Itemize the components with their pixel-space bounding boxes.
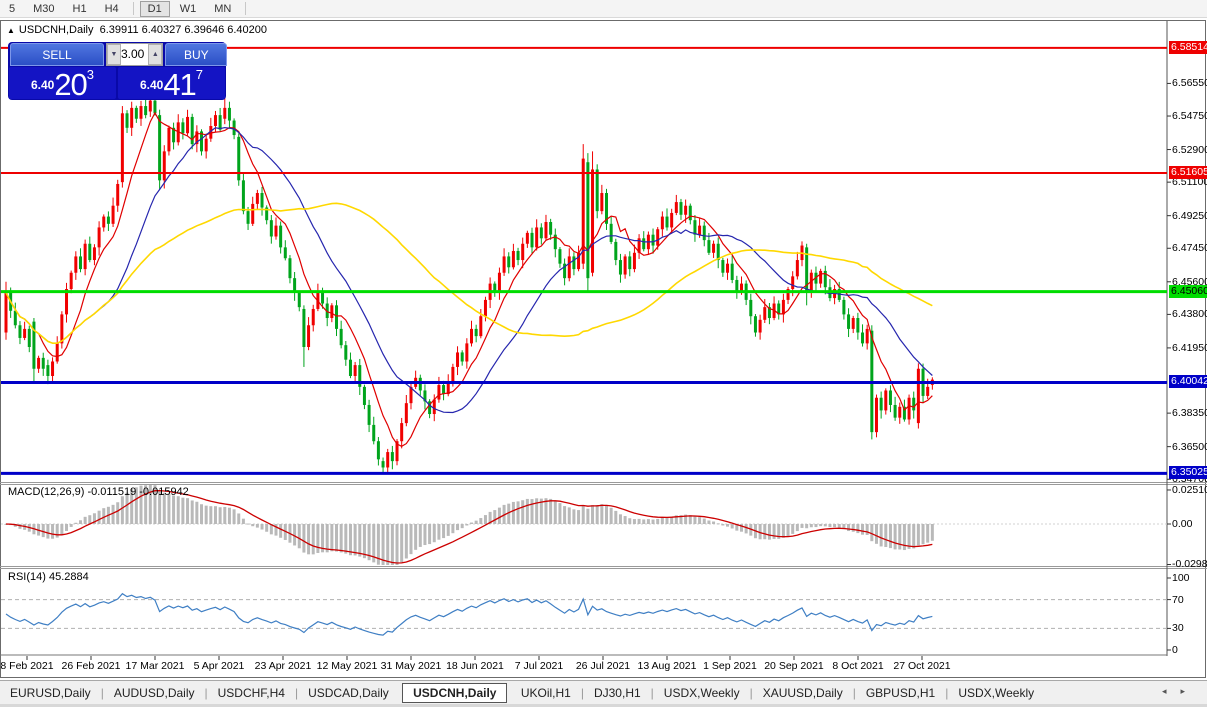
date-axis-label: 8 Feb 2021 xyxy=(0,660,59,672)
volume-stepper: ▼ 3.00 ▲ xyxy=(106,43,163,66)
date-axis-label: 5 Apr 2021 xyxy=(187,660,251,672)
tab-usdx-weekly[interactable]: USDX,Weekly xyxy=(654,684,750,702)
date-axis-label: 12 May 2021 xyxy=(315,660,379,672)
rsi-axis-label: 70 xyxy=(1172,594,1184,606)
date-axis-label: 17 Mar 2021 xyxy=(123,660,187,672)
price-axis-label: 6.38350 xyxy=(1172,407,1206,419)
sell-price-pip: 3 xyxy=(87,67,94,82)
price-badge-6.45060: 6.45060 xyxy=(1169,285,1207,298)
date-axis-label: 31 May 2021 xyxy=(379,660,443,672)
rsi-axis-label: 100 xyxy=(1172,572,1190,584)
date-axis-label: 20 Sep 2021 xyxy=(762,660,826,672)
tab-xauusd-daily[interactable]: XAUUSD,Daily xyxy=(753,684,853,702)
price-axis-label: 6.47450 xyxy=(1172,242,1206,254)
price-badge-6.35025: 6.35025 xyxy=(1169,466,1207,479)
sell-price-big: 20 xyxy=(54,67,86,102)
macd-axis-label: 0.025108 xyxy=(1172,484,1207,496)
sell-button[interactable]: SELL xyxy=(10,43,104,66)
symbol-title: USDCNH,Daily xyxy=(19,24,94,36)
price-axis-label: 6.54750 xyxy=(1172,110,1206,122)
price-axis-label: 6.41950 xyxy=(1172,342,1206,354)
macd-axis-label: 0.00 xyxy=(1172,518,1192,530)
date-axis-label: 7 Jul 2021 xyxy=(507,660,571,672)
price-badge-6.58514: 6.58514 xyxy=(1169,41,1207,54)
price-badge-6.51605: 6.51605 xyxy=(1169,166,1207,179)
price-axis-label: 6.52900 xyxy=(1172,144,1206,156)
pane-separator xyxy=(0,482,1207,483)
chart-title: ▲ USDCNH,Daily 6.39911 6.40327 6.39646 6.… xyxy=(7,24,267,36)
tab-scroll-arrows[interactable]: ◂▸ xyxy=(1162,686,1199,697)
rsi-layer xyxy=(1,594,1167,635)
mt4-window: 5M30H1H4D1W1MN ▲USDCNH,Daily 6.39911 6.4… xyxy=(0,0,1207,707)
buy-button[interactable]: BUY xyxy=(165,43,227,66)
price-badge-6.40042: 6.40042 xyxy=(1169,375,1207,388)
tab-audusd-daily[interactable]: AUDUSD,Daily xyxy=(104,684,205,702)
date-axis-label: 1 Sep 2021 xyxy=(698,660,762,672)
date-axis-label: 23 Apr 2021 xyxy=(251,660,315,672)
price-axis-label: 6.43800 xyxy=(1172,308,1206,320)
buy-price-display[interactable]: 6.40417 xyxy=(118,67,225,99)
tab-usdx-weekly[interactable]: USDX,Weekly xyxy=(948,684,1044,702)
ohlc-values: 6.39911 6.40327 6.39646 6.40200 xyxy=(100,24,267,36)
date-axis-label: 18 Jun 2021 xyxy=(443,660,507,672)
candles-layer xyxy=(5,84,934,472)
date-axis-label: 27 Oct 2021 xyxy=(890,660,954,672)
macd-axis-label: -0.029881 xyxy=(1172,558,1207,570)
date-axis-label: 8 Oct 2021 xyxy=(826,660,890,672)
one-click-trading-panel: SELL ▼ 3.00 ▲ BUY 6.40203 6.40417 xyxy=(8,42,226,100)
chart-tab-bar: EURUSD,Daily|AUDUSD,Daily|USDCHF,H4|USDC… xyxy=(0,680,1207,705)
tab-eurusd-daily[interactable]: EURUSD,Daily xyxy=(0,684,101,702)
buy-price-pip: 7 xyxy=(196,67,203,82)
ma-slow-line xyxy=(6,203,932,343)
buy-price-handle: 6.40 xyxy=(140,78,163,92)
sell-price-handle: 6.40 xyxy=(31,78,54,92)
rsi-axis-label: 30 xyxy=(1172,622,1184,634)
sell-price-display[interactable]: 6.40203 xyxy=(9,67,116,99)
volume-increase-button[interactable]: ▲ xyxy=(148,44,162,65)
volume-decrease-button[interactable]: ▼ xyxy=(107,44,121,65)
pane-separator xyxy=(0,566,1207,567)
rsi-axis-label: 0 xyxy=(1172,644,1178,656)
date-axis-label: 13 Aug 2021 xyxy=(635,660,699,672)
price-axis-label: 6.36500 xyxy=(1172,441,1206,453)
tab-gbpusd-h1[interactable]: GBPUSD,H1 xyxy=(856,684,945,702)
date-axis-label: 26 Jul 2021 xyxy=(571,660,635,672)
buy-price-big: 41 xyxy=(163,67,195,102)
tab-usdchf-h4[interactable]: USDCHF,H4 xyxy=(208,684,295,702)
tab-usdcnh-daily[interactable]: USDCNH,Daily xyxy=(402,683,507,703)
volume-input[interactable]: 3.00 xyxy=(121,44,148,65)
macd-caption: MACD(12,26,9) -0.011519 -0.015942 xyxy=(8,486,189,498)
tab-usdcad-daily[interactable]: USDCAD,Daily xyxy=(298,684,399,702)
tab-dj30-h1[interactable]: DJ30,H1 xyxy=(584,684,651,702)
tab-ukoil-h1[interactable]: UKOil,H1 xyxy=(511,684,581,702)
price-axis-label: 6.56550 xyxy=(1172,77,1206,89)
date-axis-label: 26 Feb 2021 xyxy=(59,660,123,672)
rsi-caption: RSI(14) 45.2884 xyxy=(8,571,89,583)
price-axis-label: 6.49250 xyxy=(1172,210,1206,222)
collapse-icon[interactable]: ▲ xyxy=(7,26,15,35)
